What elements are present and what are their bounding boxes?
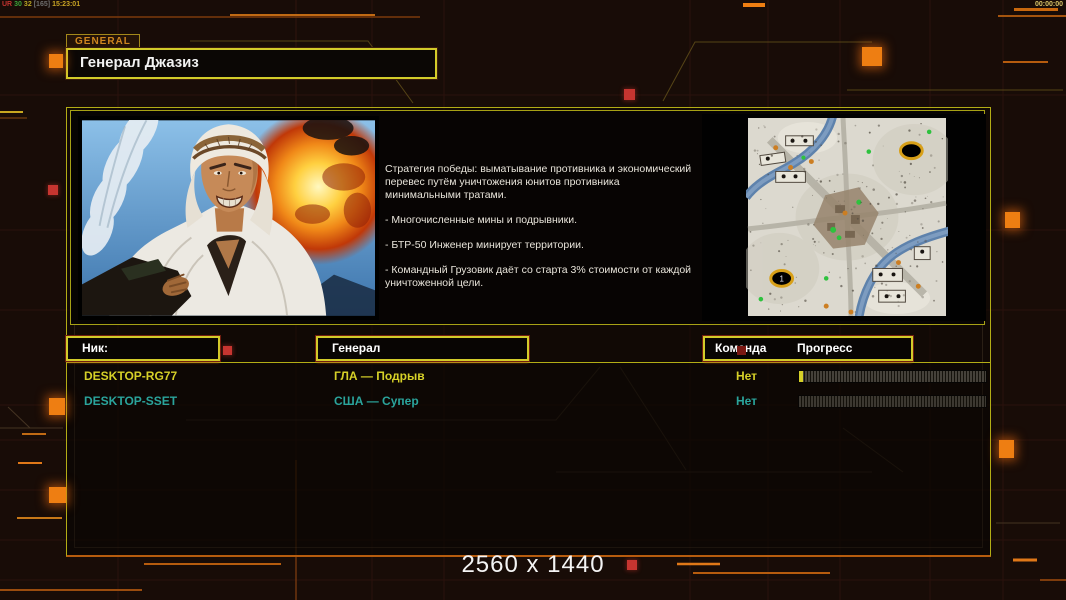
deco-square	[1005, 212, 1020, 228]
column-header-nick: Ник:	[65, 335, 221, 362]
deco-square	[49, 487, 66, 503]
deco-square-red	[624, 89, 635, 100]
player-row[interactable]: DESKTOP-RG77 ГЛА — Подрыв Нет	[67, 369, 990, 385]
column-header-general: Генерал	[315, 335, 530, 362]
load-progress-bar	[798, 395, 987, 408]
progress-header-label: Прогресс	[797, 341, 853, 355]
description-paragraph: - БТР-50 Инженер минирует территории.	[385, 239, 584, 251]
team-select[interactable]: Нет	[736, 394, 757, 408]
deco-square-maroon	[737, 346, 746, 355]
lobby-screen: UR 30 32 [165] 15:23:01 00:00:00 GENERAL Ген…	[0, 0, 1066, 600]
map-preview-image: 1	[746, 118, 948, 316]
match-timer: 00:00:00	[1034, 1, 1063, 8]
map-preview-panel: 1	[702, 114, 986, 321]
start-marker-1-icon: 1	[769, 268, 795, 288]
deco-square	[862, 47, 882, 66]
nick-header-label: Ник:	[82, 341, 109, 355]
player-nick: DESKTOP-SSET	[84, 394, 178, 408]
player-row[interactable]: DESKTOP-SSET США — Супер Нет	[67, 394, 990, 410]
column-header-team-progress: Команда Прогресс	[702, 335, 914, 362]
resolution-label: 2560 x 1440	[461, 551, 605, 578]
start-marker-icon	[898, 141, 924, 161]
deco-square	[999, 440, 1014, 458]
load-progress-bar	[798, 370, 987, 383]
general-portrait	[78, 116, 379, 320]
player-general: США — Супер	[334, 394, 419, 408]
general-select-box[interactable]: Генерал Джазиз	[65, 47, 438, 80]
deco-square	[49, 398, 65, 415]
deco-square	[49, 54, 63, 68]
description-paragraph: Стратегия победы: выматывание противника…	[385, 163, 692, 201]
debug-stats-text: UR 30 32 [165] 15:23:01	[2, 1, 81, 8]
general-header-label: Генерал	[332, 341, 381, 355]
team-select[interactable]: Нет	[736, 369, 757, 383]
deco-square-red	[223, 346, 232, 355]
description-paragraph: - Командный Грузовик даёт со старта 3% с…	[385, 264, 692, 289]
description-paragraph: - Многочисленные мины и подрывники.	[385, 214, 578, 226]
player-nick: DESKTOP-RG77	[84, 369, 178, 383]
general-description: Стратегия победы: выматывание противника…	[385, 163, 697, 302]
player-list-panel: DESKTOP-RG77 ГЛА — Подрыв Нет DESKTOP-SS…	[66, 362, 991, 557]
svg-text:1: 1	[779, 274, 784, 283]
general-info-box: Стратегия победы: выматывание противника…	[70, 110, 986, 325]
player-general: ГЛА — Подрыв	[334, 369, 425, 383]
deco-square-red	[48, 185, 58, 195]
general-tab-label: GENERAL	[66, 34, 140, 48]
